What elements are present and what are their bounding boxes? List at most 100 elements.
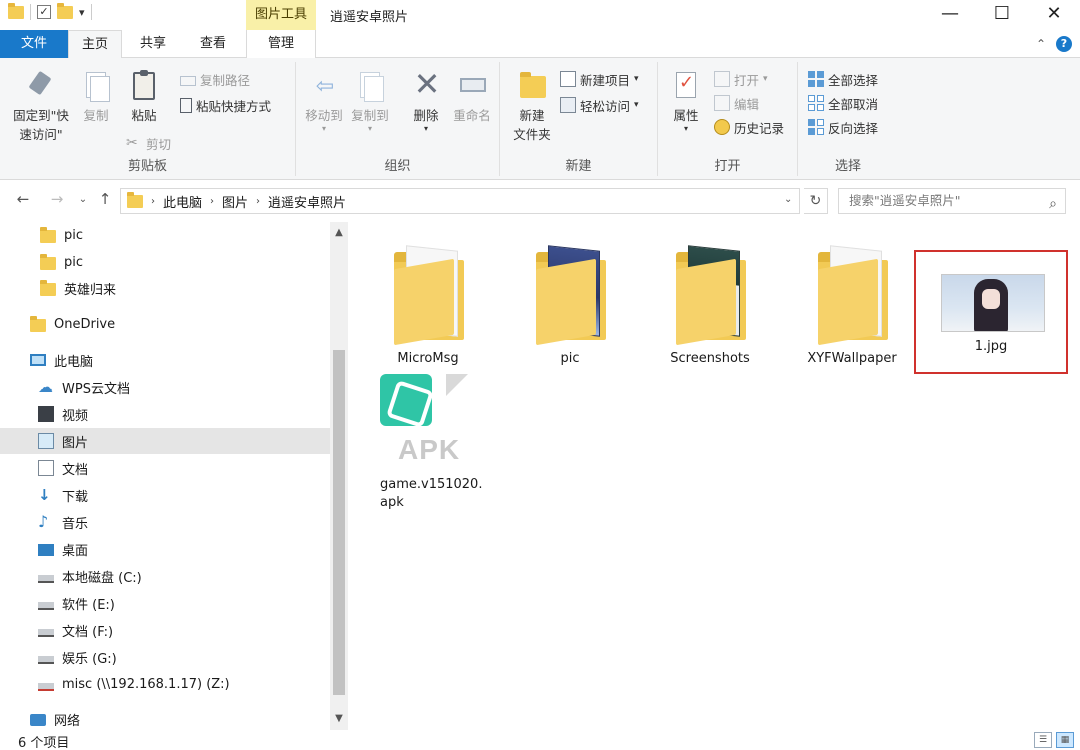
up-arrow-icon[interactable]: ↑ <box>94 190 116 208</box>
back-arrow-icon[interactable]: ← <box>12 190 34 208</box>
address-dropdown-icon[interactable]: ⌄ <box>784 194 792 205</box>
folder-icon <box>670 245 750 346</box>
delete-button[interactable]: ✕ 删除 ▾ <box>404 66 448 133</box>
nav-item-videos[interactable]: 视频 <box>0 401 330 427</box>
nav-item-drive-c[interactable]: 本地磁盘 (C:) <box>0 563 330 589</box>
organize-group-label: 组织 <box>384 159 411 174</box>
nav-item-drive-f[interactable]: 文档 (F:) <box>0 617 330 643</box>
new-folder-icon[interactable] <box>57 2 73 19</box>
nav-item-pic[interactable]: pic <box>0 249 330 275</box>
breadcrumb-current-folder[interactable]: 逍遥安卓照片 <box>268 192 346 211</box>
minimize-button[interactable]: — <box>924 0 976 30</box>
search-input[interactable]: 搜索"逍遥安卓照片" ⌕ <box>838 188 1066 214</box>
tab-manage[interactable]: 管理 <box>246 30 316 58</box>
nav-item-label: 此电脑 <box>54 354 94 370</box>
nav-item-this-pc[interactable]: 此电脑 <box>0 347 330 373</box>
nav-item-downloads[interactable]: ↓ 下载 <box>0 482 330 508</box>
details-view-icon[interactable]: ☰ <box>1034 732 1052 748</box>
search-icon[interactable]: ⌕ <box>1049 192 1057 216</box>
invert-selection-button[interactable]: 反向选择 <box>808 116 878 138</box>
navigation-scrollbar[interactable]: ▲ ▼ <box>330 222 348 730</box>
nav-item-documents[interactable]: 文档 <box>0 455 330 481</box>
copy-button[interactable]: 复制 <box>76 66 116 125</box>
invert-selection-icon <box>808 119 824 135</box>
tab-file[interactable]: 文件 <box>0 30 68 58</box>
nav-item-music[interactable]: ♪ 音乐 <box>0 509 330 535</box>
scissors-icon: ✂ <box>126 135 138 151</box>
help-icon[interactable]: ? <box>1056 36 1072 52</box>
file-tile-micromsg[interactable]: MicroMsg <box>358 230 498 368</box>
copy-to-button[interactable]: 复制到 ▾ <box>348 66 392 133</box>
breadcrumb-separator-icon[interactable]: › <box>256 196 260 207</box>
nav-item-drive-e[interactable]: 软件 (E:) <box>0 590 330 616</box>
documents-icon <box>38 460 54 476</box>
easy-access-button[interactable]: 轻松访问 ▾ <box>560 94 639 116</box>
file-tile-1-jpg[interactable]: 1.jpg <box>914 250 1068 374</box>
breadcrumb-separator-icon[interactable]: › <box>151 196 155 207</box>
tab-share[interactable]: 共享 <box>126 30 180 58</box>
select-none-button[interactable]: 全部取消 <box>808 92 878 114</box>
breadcrumb-pictures[interactable]: 图片 <box>222 192 248 211</box>
edit-button[interactable]: 编辑 <box>714 92 759 114</box>
breadcrumb-separator-icon[interactable]: › <box>210 196 214 207</box>
tab-home[interactable]: 主页 <box>68 30 122 59</box>
address-bar[interactable]: › 此电脑 › 图片 › 逍遥安卓照片 <box>120 188 800 214</box>
scroll-down-icon[interactable]: ▼ <box>330 710 348 728</box>
nav-item-yingxiong[interactable]: 英雄归来 <box>0 275 330 301</box>
cloud-icon: ☁ <box>38 378 53 396</box>
pin-label-line1: 固定到"快 <box>13 108 69 123</box>
select-none-icon <box>808 95 824 111</box>
new-item-button[interactable]: 新建项目 ▾ <box>560 68 639 90</box>
history-icon <box>714 119 730 135</box>
rename-button[interactable]: 重命名 <box>450 66 494 125</box>
nav-item-pictures[interactable]: 图片 <box>0 428 330 454</box>
file-tile-pic[interactable]: pic <box>500 230 640 368</box>
properties-button[interactable]: 属性 ▾ <box>664 66 708 133</box>
pin-to-quick-access-button[interactable]: 固定到"快 速访问" <box>8 66 74 144</box>
file-name: pic <box>560 351 580 366</box>
file-tile-xyfwallpaper[interactable]: XYFWallpaper <box>782 230 922 368</box>
move-to-button[interactable]: ⇦ 移动到 ▾ <box>302 66 346 133</box>
nav-item-pic[interactable]: pic <box>0 222 330 248</box>
nav-item-network[interactable]: 网络 <box>0 706 330 732</box>
nav-item-onedrive[interactable]: OneDrive <box>0 311 330 337</box>
paste-button[interactable]: 粘贴 <box>122 66 166 125</box>
history-button[interactable]: 历史记录 <box>714 116 784 138</box>
scroll-thumb[interactable] <box>333 350 345 695</box>
open-button[interactable]: 打开 ▾ <box>714 68 768 90</box>
history-label: 历史记录 <box>734 120 785 136</box>
copy-path-button[interactable]: 复制路径 <box>180 68 250 90</box>
nav-item-network-drive-z[interactable]: misc (\\192.168.1.17) (Z:) <box>0 671 330 697</box>
properties-check-icon[interactable]: ✓ <box>37 5 51 19</box>
video-icon <box>38 406 54 422</box>
folder-icon <box>40 226 56 243</box>
new-folder-button[interactable]: 新建 文件夹 <box>506 66 558 144</box>
cut-button[interactable]: ✂ 剪切 <box>126 132 171 154</box>
forward-arrow-icon[interactable]: → <box>46 190 68 208</box>
ribbon-collapse-chevron-icon[interactable]: ⌃ <box>1036 37 1046 51</box>
nav-item-wps-cloud[interactable]: ☁ WPS云文档 <box>0 374 330 400</box>
nav-item-drive-g[interactable]: 娱乐 (G:) <box>0 644 330 670</box>
desktop-icon <box>38 544 54 556</box>
drive-icon <box>38 574 54 583</box>
close-button[interactable]: ✕ <box>1028 0 1080 30</box>
select-all-button[interactable]: 全部选择 <box>808 68 878 90</box>
file-tile-screenshots[interactable]: Screenshots <box>640 230 780 368</box>
refresh-icon[interactable]: ↻ <box>804 188 828 214</box>
nav-item-desktop[interactable]: 桌面 <box>0 536 330 562</box>
tab-view[interactable]: 查看 <box>186 30 240 58</box>
customize-toolbar-icon[interactable]: ▾ <box>79 6 85 19</box>
nav-item-label: 网络 <box>54 713 81 729</box>
maximize-button[interactable]: ☐ <box>976 0 1028 30</box>
large-icons-view-icon[interactable]: ▦ <box>1056 732 1074 748</box>
select-all-label: 全部选择 <box>828 72 879 88</box>
paste-shortcut-button[interactable]: 粘贴快捷方式 <box>180 94 271 116</box>
scroll-up-icon[interactable]: ▲ <box>330 224 348 242</box>
file-tile-game-apk[interactable]: APK game.v151020. apk <box>360 372 510 512</box>
edit-icon <box>714 95 730 111</box>
breadcrumb-this-pc[interactable]: 此电脑 <box>163 192 202 211</box>
clipboard-group: 固定到"快 速访问" 复制 粘贴 复制路径 粘贴快捷方式 ✂ 剪切 剪贴板 <box>0 62 296 176</box>
properties-icon <box>670 70 702 102</box>
recent-locations-chevron-icon[interactable]: ⌄ <box>72 194 94 205</box>
new-item-icon <box>560 71 576 87</box>
